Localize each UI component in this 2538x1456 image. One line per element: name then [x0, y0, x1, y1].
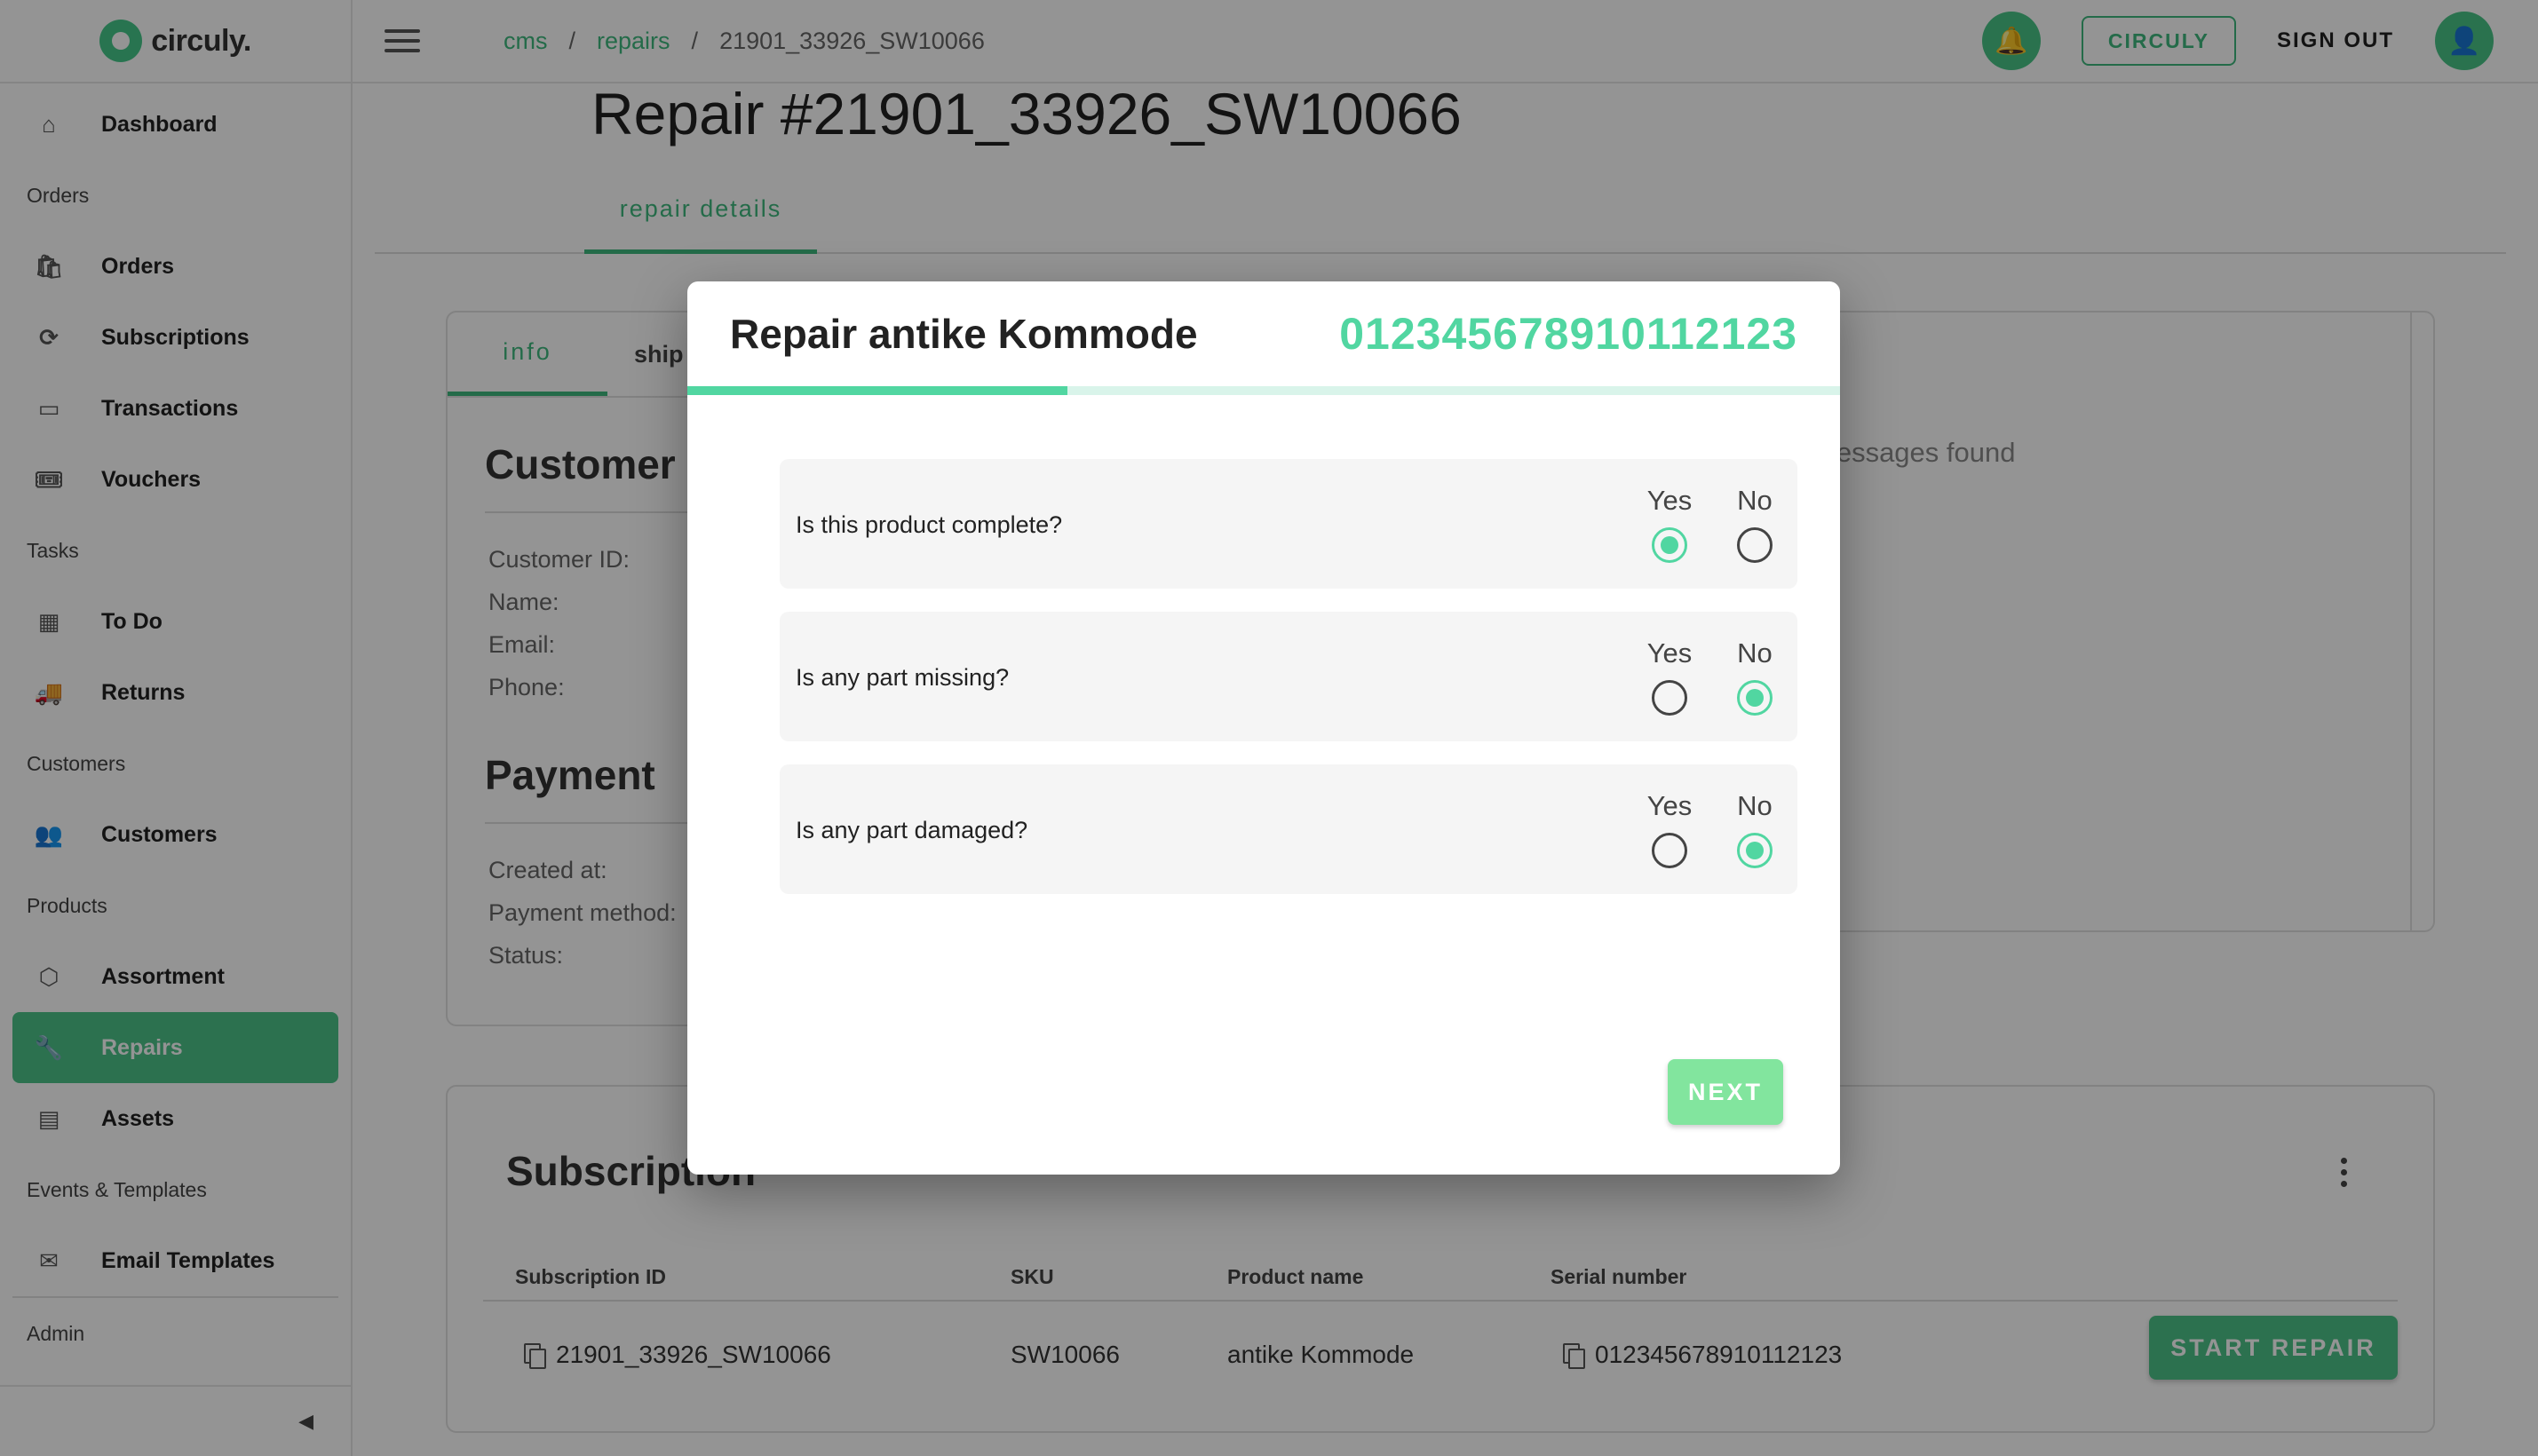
question-text: Is any part damaged? [796, 816, 1028, 843]
next-button[interactable]: NEXT [1668, 1059, 1783, 1125]
question-list: Is this product complete? Yes No Is any par… [687, 459, 1840, 894]
radio-yes[interactable] [1652, 833, 1687, 868]
radio-no[interactable] [1737, 527, 1773, 563]
radio-no[interactable] [1737, 680, 1773, 716]
option-yes-label: Yes [1646, 485, 1693, 516]
option-no: No [1728, 485, 1781, 563]
option-no-label: No [1737, 637, 1773, 669]
option-yes: Yes [1643, 485, 1696, 563]
radio-yes[interactable] [1652, 680, 1687, 716]
progress-fill [687, 386, 1068, 395]
radio-no[interactable] [1737, 833, 1773, 868]
question-text: Is this product complete? [796, 510, 1063, 538]
question-row: Is this product complete? Yes No [780, 459, 1797, 589]
option-yes-label: Yes [1646, 637, 1693, 669]
radio-yes[interactable] [1652, 527, 1687, 563]
question-row: Is any part damaged? Yes No [780, 764, 1797, 894]
option-no: No [1728, 790, 1781, 868]
dialog-serial-number: 012345678910112123 [1339, 309, 1797, 359]
option-yes: Yes [1643, 637, 1696, 716]
option-no-label: No [1737, 485, 1773, 516]
dialog-title: Repair antike Kommode [730, 311, 1198, 357]
option-yes-label: Yes [1646, 790, 1693, 821]
question-row: Is any part missing? Yes No [780, 612, 1797, 741]
question-text: Is any part missing? [796, 663, 1010, 691]
option-yes: Yes [1643, 790, 1696, 868]
dialog-progress-bar [687, 386, 1840, 395]
repair-dialog: Repair antike Kommode 012345678910112123… [687, 281, 1840, 1175]
option-no-label: No [1737, 790, 1773, 821]
dialog-header: Repair antike Kommode 012345678910112123 [687, 281, 1840, 386]
option-no: No [1728, 637, 1781, 716]
